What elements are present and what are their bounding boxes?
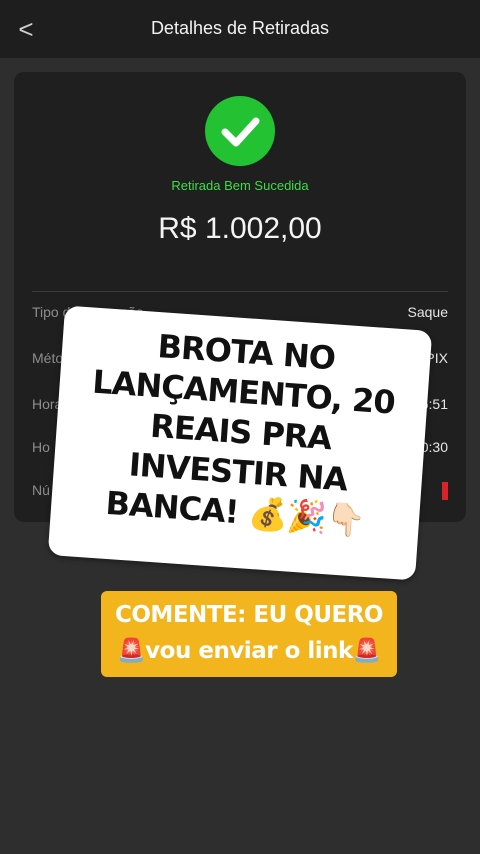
cta-line-2: 🚨vou enviar o link🚨 xyxy=(117,638,381,664)
row-value: Saque xyxy=(407,304,448,320)
promo-text: BROTA NO LANÇAMENTO, 20 REAIS PRA INVEST… xyxy=(91,327,396,540)
copy-marker-icon[interactable] xyxy=(442,482,448,500)
row-label: Nú xyxy=(32,482,50,498)
divider xyxy=(32,291,448,292)
page-title: Detalhes de Retiradas xyxy=(150,18,330,38)
withdrawal-amount: R$ 1.002,00 xyxy=(158,212,322,245)
cta-line-1: COMENTE: EU QUERO xyxy=(115,602,383,628)
row-value: 0:30 xyxy=(420,439,448,455)
success-check-icon xyxy=(205,96,275,166)
status-text: Retirada Bem Sucedida xyxy=(171,178,309,193)
promo-overlay-sticker: BROTA NO LANÇAMENTO, 20 REAIS PRA INVEST… xyxy=(47,305,433,581)
top-app-bar: < Detalhes de Retiradas xyxy=(0,0,480,58)
row-label: Ho xyxy=(32,439,50,455)
comment-cta-banner: COMENTE: EU QUERO 🚨vou enviar o link🚨 xyxy=(101,591,397,677)
